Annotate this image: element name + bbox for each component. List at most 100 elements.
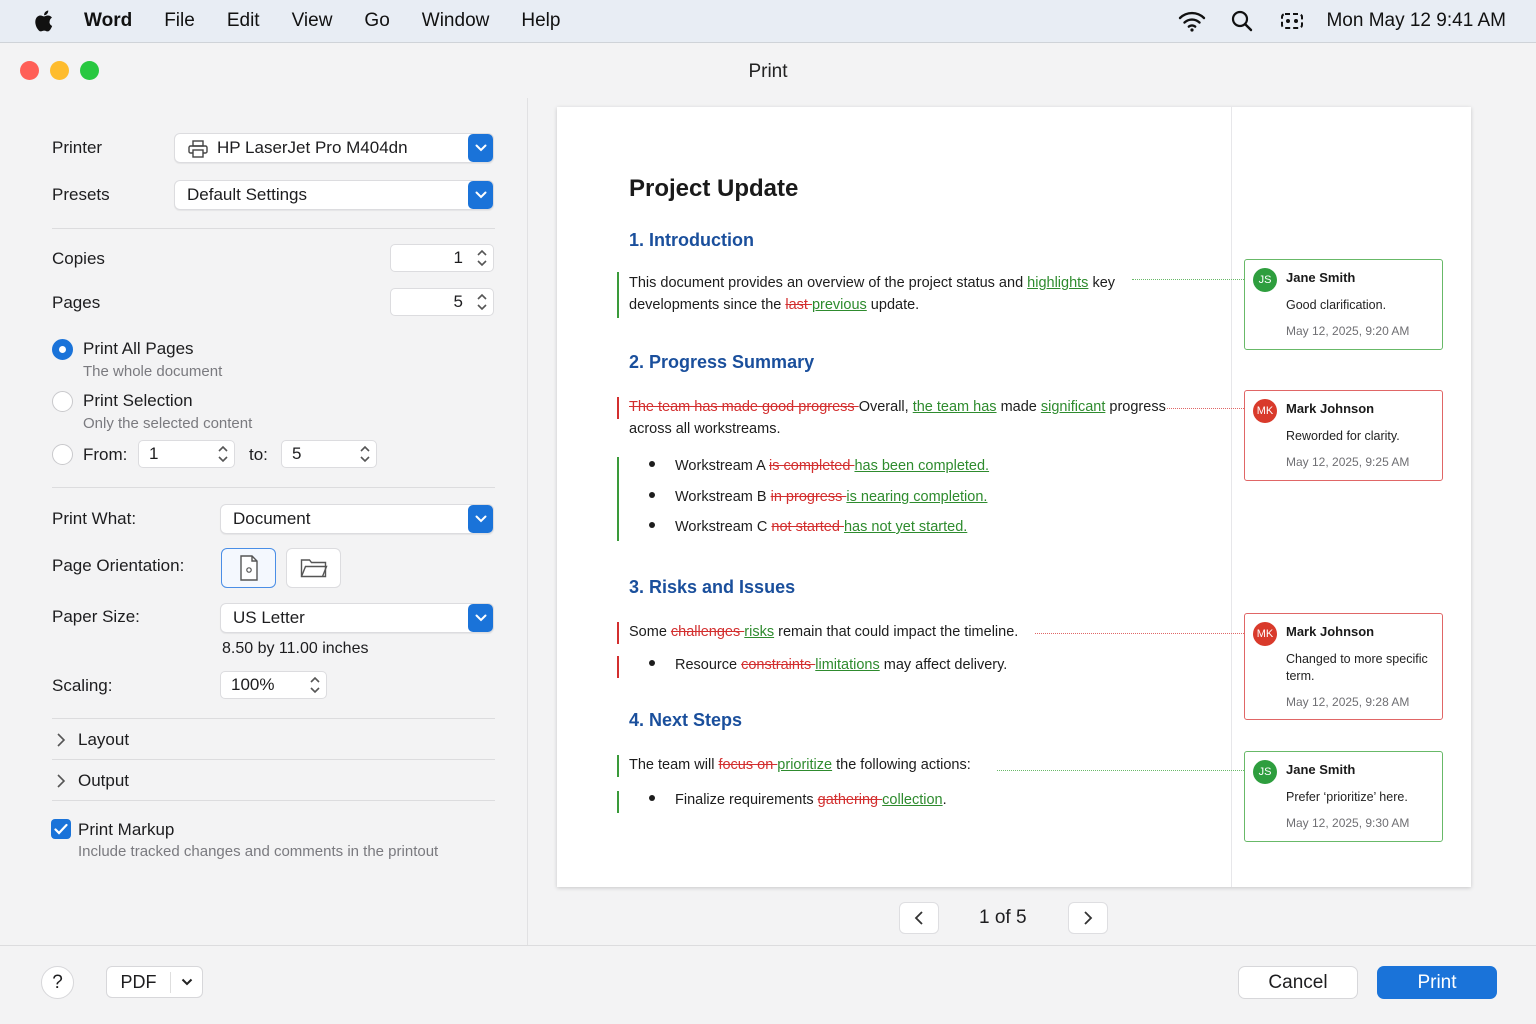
output-disclosure[interactable]: Output bbox=[52, 769, 495, 799]
pages-label: Pages bbox=[52, 293, 101, 312]
chevron-down-icon bbox=[468, 134, 493, 162]
scaling-stepper[interactable]: 100% bbox=[220, 671, 327, 699]
printer-icon bbox=[188, 140, 208, 158]
to-value[interactable]: 5 bbox=[282, 444, 354, 464]
copies-label: Copies bbox=[52, 249, 105, 268]
change-bar bbox=[617, 791, 619, 813]
from-value[interactable]: 1 bbox=[139, 444, 212, 464]
comment-leader bbox=[1132, 279, 1244, 280]
paragraph: Some challenges risks remain that could … bbox=[629, 624, 1019, 640]
copies-stepper[interactable]: 1 bbox=[390, 244, 494, 272]
portrait-button[interactable] bbox=[221, 548, 276, 588]
previous-page-button[interactable] bbox=[899, 902, 939, 934]
print-all-label[interactable]: Print All Pages bbox=[83, 339, 194, 359]
list-item: Finalize requirements gathering collecti… bbox=[649, 792, 947, 808]
presets-label: Presets bbox=[52, 185, 110, 204]
output-label: Output bbox=[78, 771, 130, 790]
section-heading: 2. Progress Summary bbox=[629, 352, 815, 372]
chevron-left-icon bbox=[914, 911, 923, 925]
menu-view[interactable]: View bbox=[292, 10, 333, 32]
to-label: to: bbox=[249, 445, 268, 464]
orientation-label: Page Orientation: bbox=[52, 556, 185, 575]
list-item: Workstream B in progress is nearing comp… bbox=[649, 489, 987, 505]
cancel-button[interactable]: Cancel bbox=[1238, 966, 1358, 999]
from-stepper[interactable]: 1 bbox=[138, 440, 235, 468]
page-range-radio[interactable] bbox=[52, 444, 73, 465]
print-selection-radio[interactable] bbox=[52, 391, 73, 412]
stepper-arrows-icon[interactable] bbox=[212, 441, 234, 467]
divider bbox=[52, 487, 495, 488]
presets-select[interactable]: Default Settings bbox=[174, 180, 494, 210]
comment-balloon: MK Mark Johnson Reworded for clarity. Ma… bbox=[1244, 390, 1443, 481]
to-stepper[interactable]: 5 bbox=[281, 440, 377, 468]
print-button[interactable]: Print bbox=[1377, 966, 1497, 999]
printer-select[interactable]: HP LaserJet Pro M404dn bbox=[174, 133, 494, 163]
chevron-right-icon bbox=[1084, 911, 1093, 925]
search-icon[interactable] bbox=[1228, 7, 1256, 35]
menu-file[interactable]: File bbox=[164, 10, 195, 32]
menu-edit[interactable]: Edit bbox=[227, 10, 260, 32]
stepper-arrows-icon[interactable] bbox=[471, 289, 493, 315]
printer-value: HP LaserJet Pro M404dn bbox=[217, 138, 408, 157]
avatar: MK bbox=[1253, 622, 1277, 646]
menu-go[interactable]: Go bbox=[364, 10, 389, 32]
control-center-icon[interactable] bbox=[1278, 7, 1306, 35]
portrait-page-icon bbox=[239, 555, 258, 581]
paper-size-label: Paper Size: bbox=[52, 607, 140, 626]
pages-stepper[interactable]: 5 bbox=[390, 288, 494, 316]
scaling-value[interactable]: 100% bbox=[221, 675, 304, 695]
comment-leader bbox=[1035, 633, 1244, 634]
print-all-radio[interactable] bbox=[52, 339, 73, 360]
apple-icon[interactable] bbox=[32, 9, 54, 33]
print-markup-checkbox[interactable] bbox=[51, 819, 71, 839]
comment-date: May 12, 2025, 9:25 AM bbox=[1286, 455, 1410, 469]
print-preview-page: Project Update 1. Introduction This docu… bbox=[557, 107, 1471, 887]
change-bar bbox=[617, 622, 619, 644]
page-indicator: 1 of 5 bbox=[979, 907, 1027, 928]
pages-value[interactable]: 5 bbox=[391, 292, 471, 312]
section-heading: 4. Next Steps bbox=[629, 710, 743, 730]
layout-disclosure[interactable]: Layout bbox=[52, 728, 495, 758]
help-button[interactable]: ? bbox=[41, 966, 74, 999]
print-markup-sublabel: Include tracked changes and comments in … bbox=[78, 843, 439, 860]
change-bar bbox=[617, 755, 619, 777]
comment-leader bbox=[997, 770, 1244, 771]
menu-window[interactable]: Window bbox=[422, 10, 490, 32]
change-bar bbox=[617, 656, 619, 678]
comment-author: Jane Smith bbox=[1286, 270, 1356, 285]
comment-text: Changed to more specific term. bbox=[1286, 652, 1428, 683]
landscape-button[interactable] bbox=[286, 548, 341, 588]
document-title: Project Update bbox=[629, 175, 799, 202]
section-heading: 1. Introduction bbox=[629, 230, 754, 250]
stepper-arrows-icon[interactable] bbox=[354, 441, 376, 467]
menu-app-name[interactable]: Word bbox=[84, 10, 132, 32]
comment-text: Prefer ‘prioritize’ here. bbox=[1286, 790, 1408, 804]
paper-size-value: US Letter bbox=[233, 608, 305, 627]
stepper-arrows-icon[interactable] bbox=[471, 245, 493, 271]
copies-value[interactable]: 1 bbox=[391, 248, 471, 268]
pdf-menu-button[interactable]: PDF bbox=[106, 966, 203, 998]
stepper-arrows-icon[interactable] bbox=[304, 672, 326, 698]
print-what-value: Document bbox=[233, 509, 311, 528]
chevron-down-icon[interactable] bbox=[171, 978, 202, 986]
comment-author: Jane Smith bbox=[1286, 762, 1356, 777]
presets-value: Default Settings bbox=[187, 185, 308, 204]
pdf-label[interactable]: PDF bbox=[107, 971, 171, 993]
change-bar bbox=[617, 397, 619, 419]
paper-size-select[interactable]: US Letter bbox=[220, 603, 494, 633]
change-bar bbox=[617, 272, 619, 318]
print-markup-label[interactable]: Print Markup bbox=[78, 820, 174, 840]
print-what-label: Print What: bbox=[52, 509, 137, 528]
comment-author: Mark Johnson bbox=[1286, 401, 1375, 416]
comment-text: Reworded for clarity. bbox=[1286, 429, 1400, 443]
menu-help[interactable]: Help bbox=[521, 10, 560, 32]
print-selection-label[interactable]: Print Selection bbox=[83, 391, 193, 411]
print-what-select[interactable]: Document bbox=[220, 504, 494, 534]
comment-leader bbox=[1167, 408, 1244, 409]
window-title: Print bbox=[748, 61, 788, 82]
wifi-icon[interactable] bbox=[1178, 7, 1206, 35]
paper-size-dimensions: 8.50 by 11.00 inches bbox=[222, 640, 369, 657]
next-page-button[interactable] bbox=[1068, 902, 1108, 934]
chevron-down-icon bbox=[468, 505, 493, 533]
menu-clock[interactable]: Mon May 12 9:41 AM bbox=[1326, 10, 1506, 32]
